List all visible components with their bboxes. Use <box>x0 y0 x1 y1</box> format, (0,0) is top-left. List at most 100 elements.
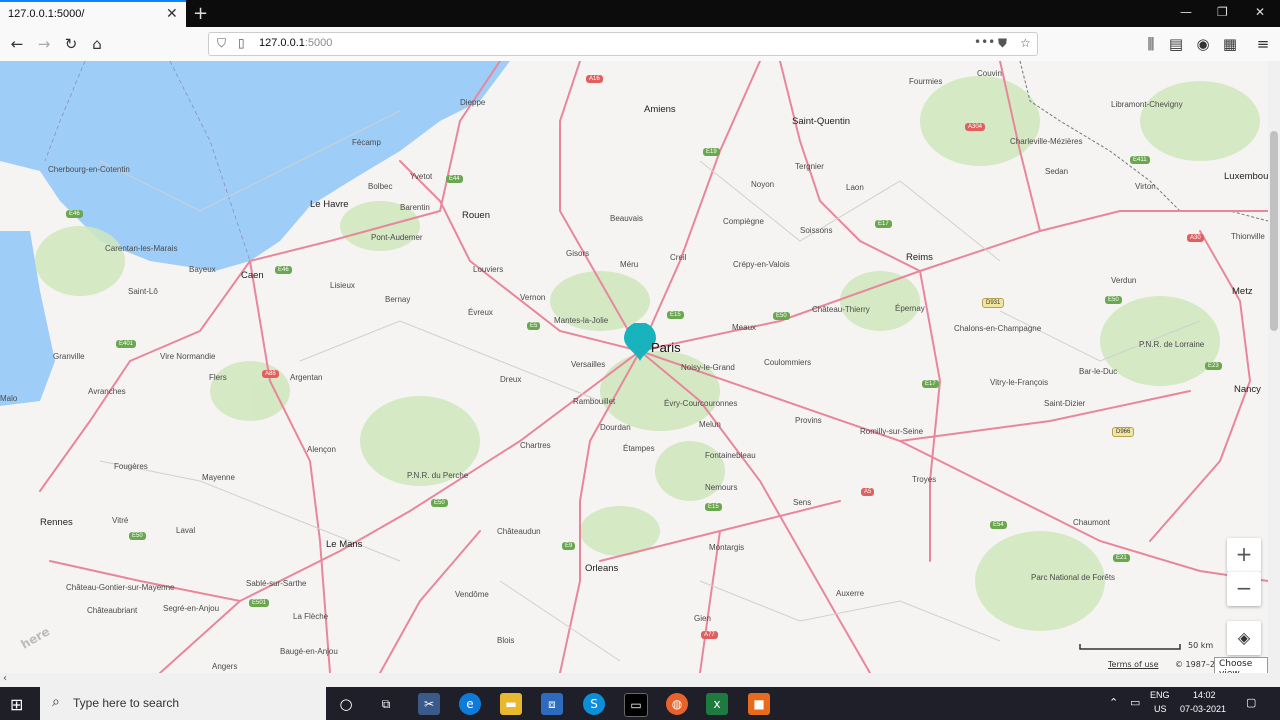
road-shield: A30 <box>1187 234 1204 242</box>
sidebar-icon[interactable]: ▤ <box>1167 35 1185 53</box>
place-label: Châteaubriant <box>87 606 138 615</box>
place-label: Yvetot <box>410 172 433 181</box>
road-shield: E46 <box>66 210 83 218</box>
account-icon[interactable]: ◉ <box>1194 35 1212 53</box>
place-label: Évry-Courcouronnes <box>664 399 738 408</box>
place-label: Châteaudun <box>497 527 541 536</box>
place-label: Rouen <box>462 210 490 221</box>
place-label: Angers <box>212 662 238 671</box>
window-close-icon[interactable]: ✕ <box>1255 5 1265 19</box>
url-bar[interactable]: ⛉ ▯ 127.0.0.1:5000 ••• ⛊ ☆ <box>208 32 1038 56</box>
skype-icon[interactable]: S <box>583 693 605 715</box>
map-canvas[interactable]: Dieppe Amiens Saint-Quentin Fourmies Cou… <box>0 61 1268 673</box>
reload-icon[interactable]: ↻ <box>62 35 80 53</box>
home-icon[interactable]: ⌂ <box>88 35 106 53</box>
page-icon[interactable]: ▯ <box>238 36 245 50</box>
road-shield: D966 <box>1112 427 1135 437</box>
lang-top[interactable]: ENG <box>1150 690 1170 700</box>
place-label: Gisors <box>566 249 590 258</box>
notifications-icon[interactable]: ▢ <box>1246 696 1256 709</box>
road-shield: A16 <box>586 75 603 83</box>
clock-time[interactable]: 14:02 <box>1193 690 1216 700</box>
terminal-icon[interactable]: ▭ <box>624 693 648 717</box>
place-label: Fécamp <box>352 138 381 147</box>
place-label: Le Mans <box>326 539 363 550</box>
road-shield: E501 <box>249 599 270 607</box>
maximize-icon[interactable]: ❐ <box>1217 5 1228 19</box>
extension-icon[interactable]: ▦ <box>1221 35 1239 53</box>
more-icon[interactable]: ••• <box>974 35 995 49</box>
excel-icon[interactable]: x <box>706 693 728 715</box>
place-label: Blois <box>497 636 515 645</box>
scroll-left-icon[interactable]: ‹ <box>3 673 7 684</box>
place-label: Verdun <box>1111 276 1137 285</box>
app-icon[interactable]: ■ <box>748 693 770 715</box>
tab-close-icon[interactable]: ✕ <box>166 6 178 22</box>
windows-start-icon[interactable]: ⊞ <box>10 695 23 714</box>
zoom-out-button[interactable]: − <box>1227 572 1261 606</box>
place-label: Coulommiers <box>764 358 812 367</box>
minimize-icon[interactable]: — <box>1180 5 1192 19</box>
browser-tab[interactable]: 127.0.0.1:5000/ ✕ <box>0 0 186 29</box>
tab-title: 127.0.0.1:5000/ <box>8 8 85 20</box>
battery-icon[interactable]: ▭ <box>1130 696 1140 709</box>
place-label: Saint-Dizier <box>1044 399 1086 408</box>
place-label: Creil <box>670 253 687 262</box>
place-label: Montargis <box>709 543 745 552</box>
road-shield: E19 <box>703 148 720 156</box>
layers-button[interactable]: ◈ <box>1227 621 1261 655</box>
edge-icon[interactable]: e <box>459 693 481 715</box>
place-label: Sens <box>793 498 812 507</box>
place-label: Fougères <box>114 462 148 471</box>
network-app-icon[interactable]: ⧈ <box>541 693 563 715</box>
place-label: Évreux <box>468 308 493 317</box>
place-label: Dourdan <box>600 423 631 432</box>
place-label: Vitré <box>112 516 129 525</box>
road-shield: E401 <box>116 340 137 348</box>
place-label: Amiens <box>644 104 676 115</box>
url-text[interactable]: 127.0.0.1:5000 <box>259 37 332 49</box>
place-label: Laval <box>176 526 196 535</box>
place-label: Couvin <box>977 69 1002 78</box>
terms-link[interactable]: Terms of use <box>1108 660 1159 669</box>
place-label: Alençon <box>307 445 336 454</box>
zoom-in-button[interactable]: + <box>1227 538 1261 572</box>
menu-icon[interactable]: ≡ <box>1254 35 1272 53</box>
place-label: Louviers <box>473 265 504 274</box>
place-label: Flers <box>209 373 227 382</box>
scrollbar-thumb[interactable] <box>1270 131 1278 331</box>
place-label: Compiègne <box>723 217 764 226</box>
horizontal-scrollbar[interactable]: ‹ <box>0 673 1280 687</box>
taskbar-search-box[interactable]: ⌕ Type here to search <box>40 687 326 720</box>
tray-expand-icon[interactable]: ⌃ <box>1109 696 1118 709</box>
forward-icon[interactable]: → <box>35 35 53 53</box>
road-shield: E50 <box>773 312 790 320</box>
clock-date[interactable]: 07-03-2021 <box>1180 704 1226 714</box>
road-shield: A5 <box>861 488 875 496</box>
new-tab-icon[interactable]: + <box>193 3 208 24</box>
place-label: Metz <box>1232 286 1253 297</box>
place-label: Charleville-Mézières <box>1010 137 1083 146</box>
cortana-icon[interactable]: ○ <box>335 693 357 715</box>
road-shield: A88 <box>262 370 279 378</box>
file-explorer-icon[interactable]: ▬ <box>500 693 522 715</box>
place-label: Rambouillet <box>573 397 616 406</box>
back-icon[interactable]: ← <box>8 35 26 53</box>
place-label: Le Havre <box>310 199 349 210</box>
vertical-scrollbar[interactable] <box>1268 61 1280 673</box>
task-view-icon[interactable]: ⧉ <box>375 693 397 715</box>
road-shield: E411 <box>1130 156 1150 164</box>
snipping-tool-icon[interactable]: ✂ <box>418 693 440 715</box>
navigation-bar: ← → ↻ ⌂ ⛉ ▯ 127.0.0.1:5000 ••• ⛊ ☆ ⫼ ▤ ◉… <box>0 27 1280 62</box>
place-label: Versailles <box>571 360 606 369</box>
firefox-icon[interactable]: ◍ <box>666 693 688 715</box>
star-icon[interactable]: ☆ <box>1020 36 1031 50</box>
lang-bottom[interactable]: US <box>1154 704 1167 714</box>
library-icon[interactable]: ⫼ <box>1142 35 1160 53</box>
place-label: Troyes <box>912 475 937 484</box>
shield-icon[interactable]: ⛉ <box>217 36 226 51</box>
pocket-icon[interactable]: ⛊ <box>998 36 1007 51</box>
place-label: Mantes-la-Jolie <box>554 316 609 325</box>
place-label: Sablé-sur-Sarthe <box>246 579 307 588</box>
place-label: Virton <box>1135 182 1156 191</box>
